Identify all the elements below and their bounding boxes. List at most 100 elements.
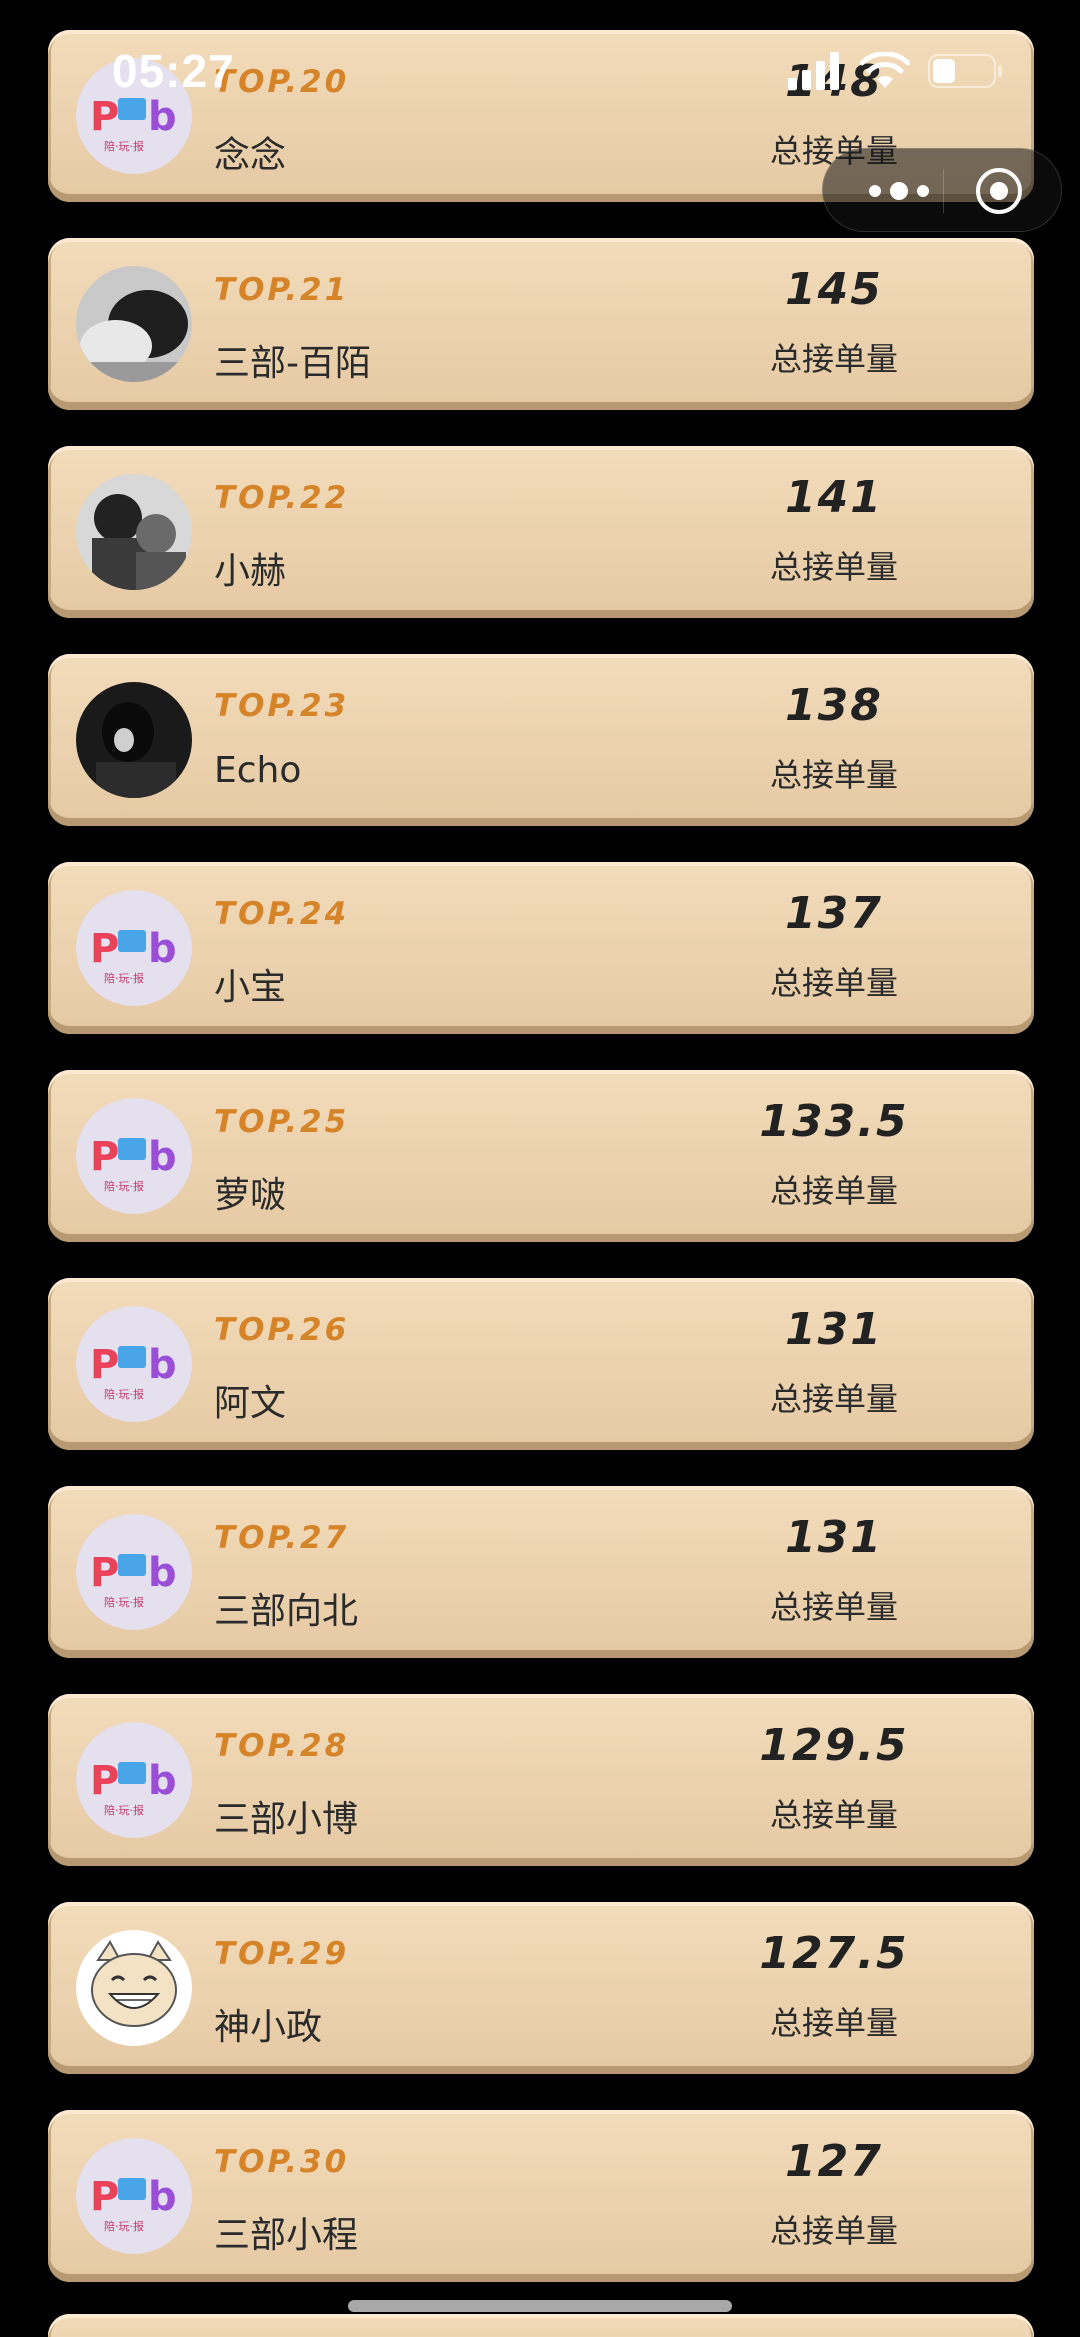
- capsule-divider: [943, 169, 944, 213]
- list-item[interactable]: P b 陪·玩·报 TOP.30 三部小程 127 总接单量: [48, 2110, 1034, 2282]
- brand-logo-icon: P b 陪·玩·报: [76, 1722, 192, 1838]
- member-name: 小赫: [214, 551, 287, 592]
- list-item[interactable]: TOP.23 Echo 138 总接单量: [48, 654, 1034, 826]
- svg-text:b: b: [148, 1342, 177, 1388]
- avatar: [76, 1930, 192, 2046]
- svg-text:P: P: [90, 1758, 119, 1804]
- avatar: P b 陪·玩·报: [76, 1306, 192, 1422]
- rank-label: TOP.25: [214, 1104, 350, 1140]
- avatar: [76, 266, 192, 382]
- order-caption: 总接单量: [769, 1588, 898, 1626]
- order-caption: 总接单量: [769, 964, 898, 1002]
- rank-label: TOP.22: [214, 480, 350, 516]
- brand-logo-icon: P b 陪·玩·报: [76, 58, 192, 174]
- svg-text:P: P: [90, 1134, 119, 1180]
- list-item[interactable]: P b 陪·玩·报 TOP.24 小宝 137 总接单量: [48, 862, 1034, 1034]
- order-caption: 总接单量: [769, 1380, 898, 1418]
- svg-text:P: P: [90, 1550, 119, 1596]
- list-item[interactable]: P b 陪·玩·报 TOP.28 三部小博 129.5 总接单量: [48, 1694, 1034, 1866]
- screen: P b 陪·玩·报 TOP.20 念念 148 总接单量 TOP.21 三部-百…: [0, 0, 1080, 2337]
- order-count: 129.5: [759, 1720, 909, 1771]
- svg-text:P: P: [90, 2174, 119, 2220]
- cartoon-cat-icon: [76, 1930, 192, 2046]
- svg-text:b: b: [148, 1758, 177, 1804]
- order-caption: 总接单量: [769, 548, 898, 586]
- brand-logo-icon: P b 陪·玩·报: [76, 1306, 192, 1422]
- svg-text:b: b: [148, 1550, 177, 1596]
- photo-avatar-icon: [76, 266, 192, 382]
- list-item[interactable]: TOP.21 三部-百陌 145 总接单量: [48, 238, 1034, 410]
- photo-avatar-icon: [76, 474, 192, 590]
- order-count: 133.5: [759, 1096, 909, 1147]
- rank-label: TOP.24: [214, 896, 350, 932]
- home-indicator[interactable]: [348, 2300, 732, 2312]
- rank-label: TOP.27: [214, 1520, 350, 1556]
- list-item[interactable]: TOP.29 神小政 127.5 总接单量: [48, 1902, 1034, 2074]
- member-name: 念念: [214, 135, 287, 176]
- order-count: 131: [785, 1512, 883, 1563]
- brand-logo-icon: P b 陪·玩·报: [76, 2138, 192, 2254]
- avatar: P b 陪·玩·报: [76, 1098, 192, 1214]
- order-count: 141: [785, 472, 883, 523]
- brand-logo-icon: P b 陪·玩·报: [76, 1514, 192, 1630]
- photo-dark-avatar-icon: [76, 682, 192, 798]
- member-name: 三部向北: [214, 1591, 359, 1632]
- svg-text:陪·玩·报: 陪·玩·报: [104, 2219, 144, 2233]
- member-name: 萝啵: [214, 1175, 287, 1216]
- svg-text:陪·玩·报: 陪·玩·报: [104, 1387, 144, 1401]
- brand-logo-icon: P b 陪·玩·报: [76, 890, 192, 1006]
- svg-text:陪·玩·报: 陪·玩·报: [104, 1595, 144, 1609]
- member-name: 小宝: [214, 967, 287, 1008]
- more-icon[interactable]: [859, 175, 939, 207]
- rank-label: TOP.29: [214, 1936, 350, 1972]
- mini-program-capsule: [822, 148, 1062, 232]
- list-item[interactable]: P b 陪·玩·报 TOP.27 三部向北 131 总接单量: [48, 1486, 1034, 1658]
- avatar: P b 陪·玩·报: [76, 890, 192, 1006]
- rank-list[interactable]: P b 陪·玩·报 TOP.20 念念 148 总接单量 TOP.21 三部-百…: [0, 0, 1080, 2337]
- rank-label: TOP.26: [214, 1312, 350, 1348]
- svg-text:b: b: [148, 94, 177, 140]
- avatar: P b 陪·玩·报: [76, 58, 192, 174]
- order-caption: 总接单量: [769, 340, 898, 378]
- svg-text:b: b: [148, 926, 177, 972]
- rank-label: TOP.21: [214, 272, 350, 308]
- svg-text:P: P: [90, 94, 119, 140]
- order-count: 127.5: [759, 1928, 909, 1979]
- svg-text:陪·玩·报: 陪·玩·报: [104, 1179, 144, 1193]
- list-item[interactable]: P b 陪·玩·报 TOP.26 阿文 131 总接单量: [48, 1278, 1034, 1450]
- avatar: [76, 474, 192, 590]
- order-caption: 总接单量: [769, 1172, 898, 1210]
- svg-text:b: b: [148, 2174, 177, 2220]
- svg-text:P: P: [90, 1342, 119, 1388]
- member-name: Echo: [214, 750, 302, 791]
- order-count: 148: [785, 56, 883, 107]
- avatar: P b 陪·玩·报: [76, 2138, 192, 2254]
- order-caption: 总接单量: [769, 756, 898, 794]
- svg-text:陪·玩·报: 陪·玩·报: [104, 971, 144, 985]
- svg-text:P: P: [90, 926, 119, 972]
- list-item[interactable]: P b 陪·玩·报 TOP.25 萝啵 133.5 总接单量: [48, 1070, 1034, 1242]
- order-caption: 总接单量: [769, 2004, 898, 2042]
- avatar: P b 陪·玩·报: [76, 1514, 192, 1630]
- svg-text:陪·玩·报: 陪·玩·报: [104, 139, 144, 153]
- order-count: 137: [785, 888, 883, 939]
- member-name: 三部-百陌: [214, 343, 371, 384]
- member-name: 神小政: [214, 2007, 323, 2048]
- list-item[interactable]: [48, 2314, 1034, 2337]
- order-count: 145: [785, 264, 883, 315]
- order-caption: 总接单量: [769, 1796, 898, 1834]
- rank-label: TOP.30: [214, 2144, 350, 2180]
- svg-text:陪·玩·报: 陪·玩·报: [104, 1803, 144, 1817]
- svg-text:b: b: [148, 1134, 177, 1180]
- order-count: 138: [785, 680, 883, 731]
- brand-logo-icon: P b 陪·玩·报: [76, 1098, 192, 1214]
- order-count: 131: [785, 1304, 883, 1355]
- member-name: 三部小程: [214, 2215, 359, 2256]
- order-count: 127: [785, 2136, 883, 2187]
- avatar: P b 陪·玩·报: [76, 1722, 192, 1838]
- list-item[interactable]: TOP.22 小赫 141 总接单量: [48, 446, 1034, 618]
- close-icon[interactable]: [973, 165, 1025, 217]
- rank-label: TOP.20: [214, 64, 350, 100]
- rank-label: TOP.28: [214, 1728, 350, 1764]
- member-name: 三部小博: [214, 1799, 359, 1840]
